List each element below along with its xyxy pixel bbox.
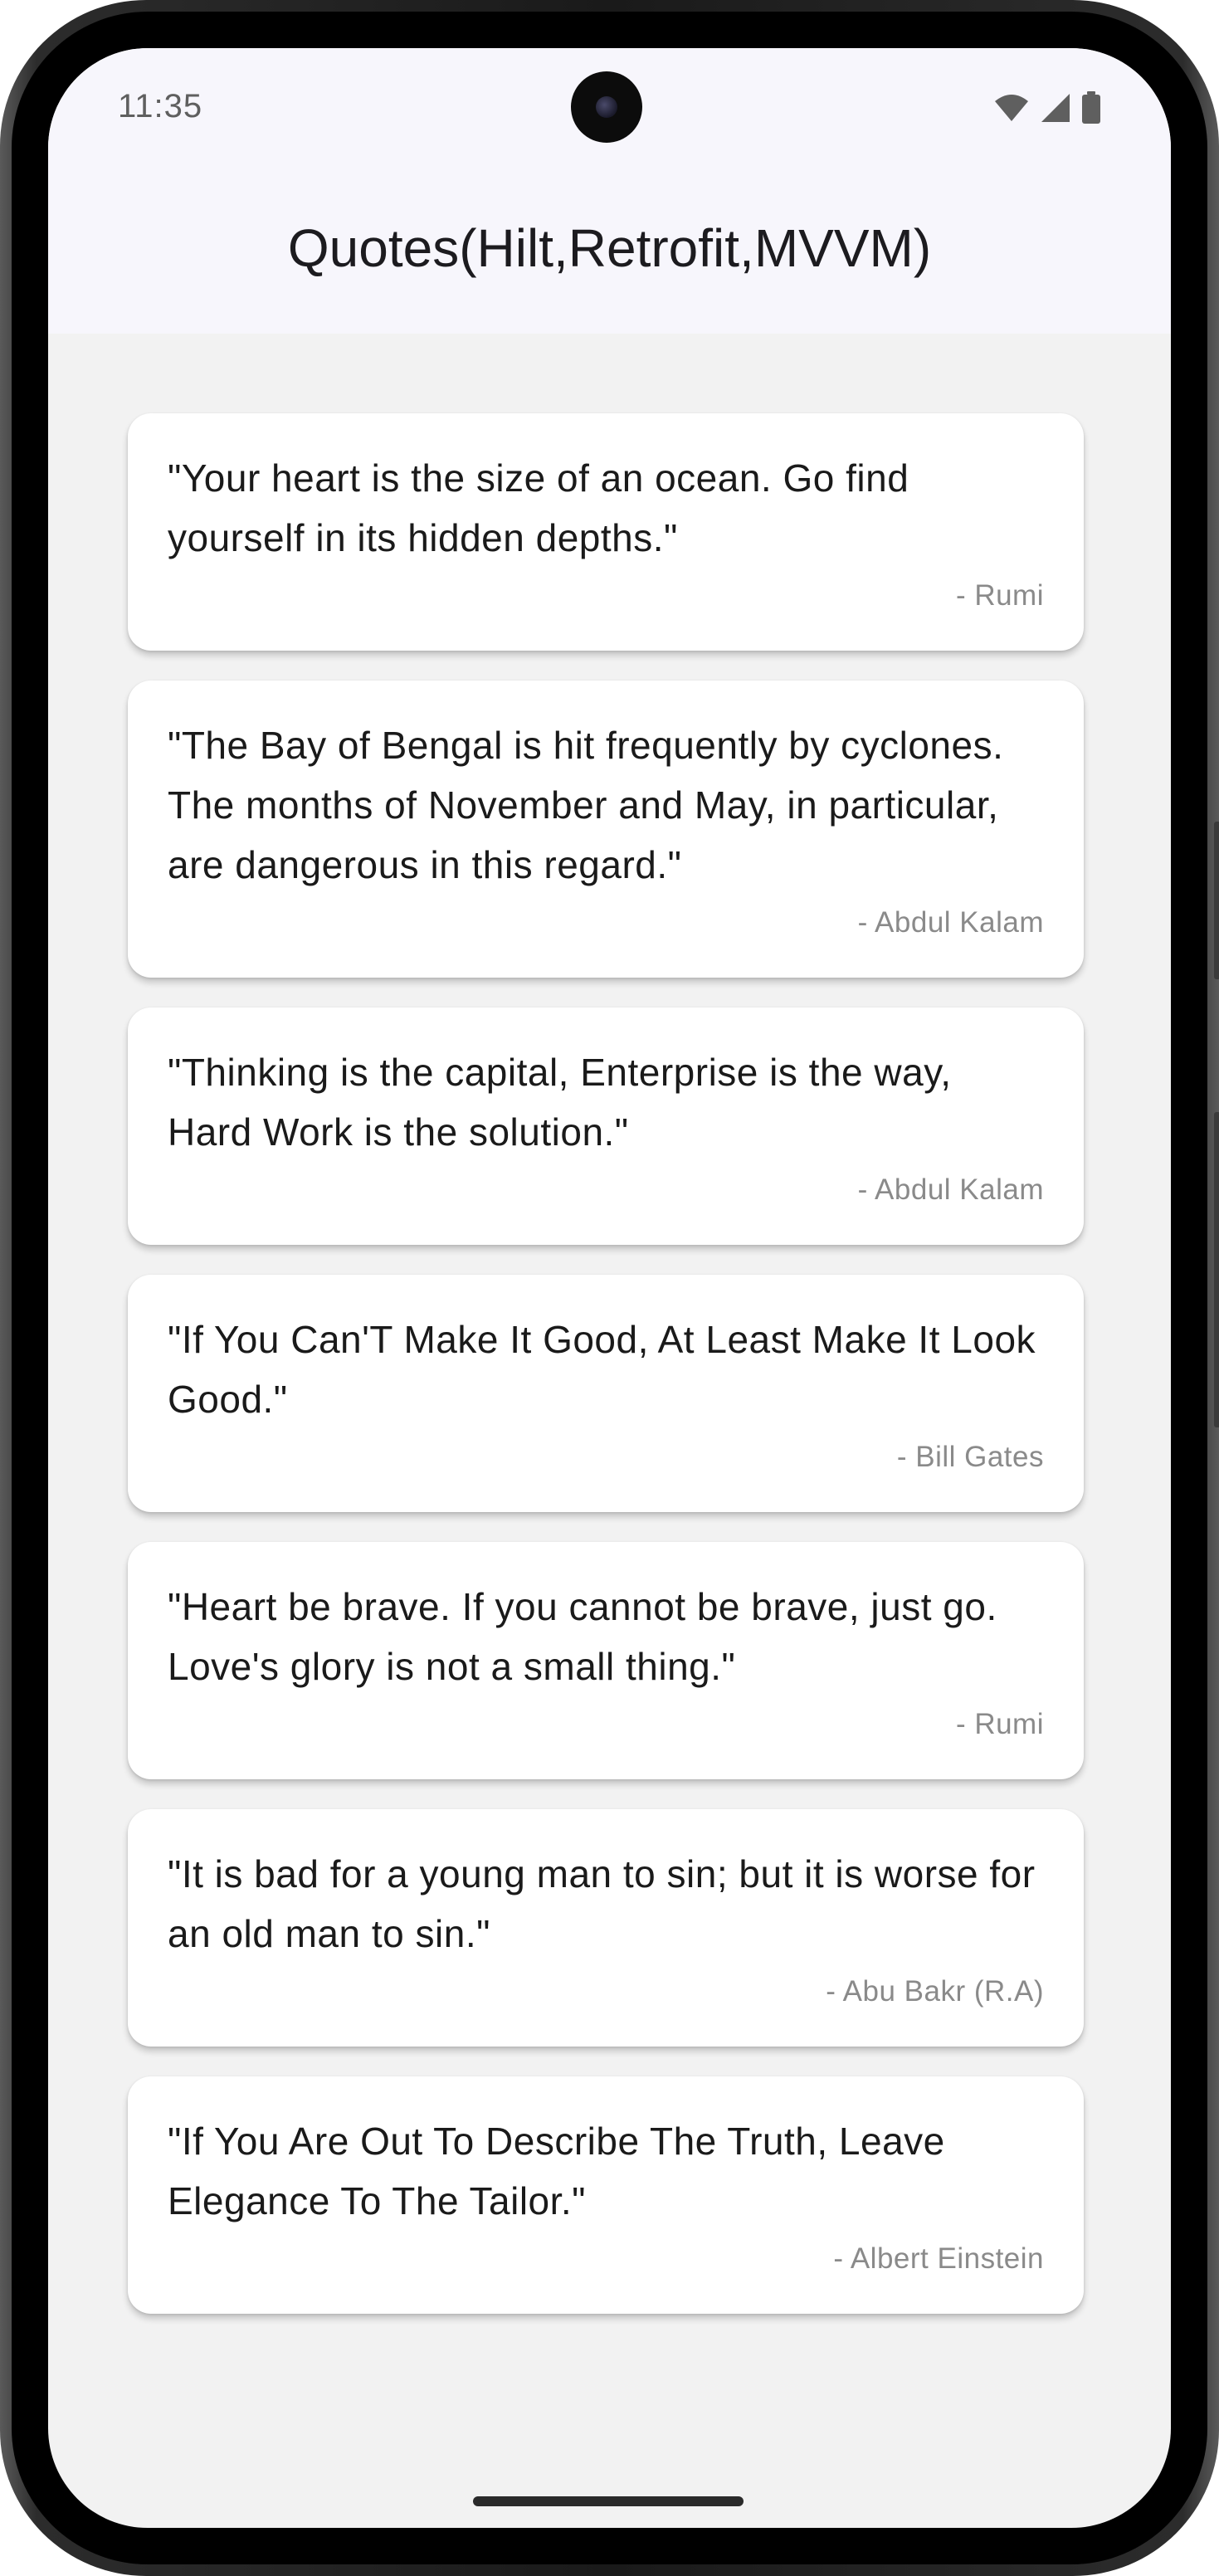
page-title: Quotes(Hilt,Retrofit,MVVM) — [287, 218, 932, 278]
quote-card[interactable]: "Your heart is the size of an ocean. Go … — [128, 413, 1084, 651]
quote-card[interactable]: "It is bad for a young man to sin; but i… — [128, 1809, 1084, 2047]
quote-text: "Heart be brave. If you cannot be brave,… — [168, 1585, 997, 1688]
quote-text: "Your heart is the size of an ocean. Go … — [168, 456, 909, 559]
quote-text: "Thinking is the capital, Enterprise is … — [168, 1051, 952, 1154]
screen: 11:35 Quotes(Hilt,Retrofit,MVVM) "Your h… — [48, 48, 1171, 2528]
cellular-signal-icon — [1040, 92, 1071, 128]
quote-card[interactable]: "Thinking is the capital, Enterprise is … — [128, 1007, 1084, 1245]
quote-card[interactable]: "Heart be brave. If you cannot be brave,… — [128, 1542, 1084, 1779]
quote-card[interactable]: "If You Are Out To Describe The Truth, L… — [128, 2076, 1084, 2314]
status-bar: 11:35 — [48, 48, 1171, 173]
quote-text: "It is bad for a young man to sin; but i… — [168, 1852, 1036, 1955]
battery-icon — [1081, 91, 1101, 129]
quote-author: - Rumi — [955, 579, 1044, 612]
status-icons — [993, 91, 1101, 129]
wifi-icon — [993, 93, 1030, 127]
status-time: 11:35 — [118, 88, 203, 124]
quote-text: "If You Can'T Make It Good, At Least Mak… — [168, 1318, 1036, 1421]
app-bar: Quotes(Hilt,Retrofit,MVVM) — [48, 173, 1171, 334]
quote-text: "If You Are Out To Describe The Truth, L… — [168, 2120, 945, 2222]
volume-button — [1214, 1112, 1219, 1427]
power-button — [1214, 822, 1219, 979]
quote-author: - Abdul Kalam — [857, 906, 1044, 939]
quote-author: - Bill Gates — [896, 1441, 1044, 1473]
quote-author: - Abdul Kalam — [857, 1173, 1044, 1206]
quote-author: - Rumi — [955, 1708, 1044, 1740]
quote-author: - Abu Bakr (R.A) — [826, 1975, 1044, 2008]
device-frame: 11:35 Quotes(Hilt,Retrofit,MVVM) "Your h… — [0, 0, 1219, 2576]
quote-text: "The Bay of Bengal is hit frequently by … — [168, 724, 1004, 886]
quote-list[interactable]: "Your heart is the size of an ocean. Go … — [128, 413, 1084, 2344]
quote-card[interactable]: "The Bay of Bengal is hit frequently by … — [128, 681, 1084, 978]
quote-author: - Albert Einstein — [833, 2242, 1044, 2275]
front-camera — [571, 71, 642, 143]
home-indicator[interactable] — [473, 2496, 744, 2506]
quote-card[interactable]: "If You Can'T Make It Good, At Least Mak… — [128, 1275, 1084, 1512]
